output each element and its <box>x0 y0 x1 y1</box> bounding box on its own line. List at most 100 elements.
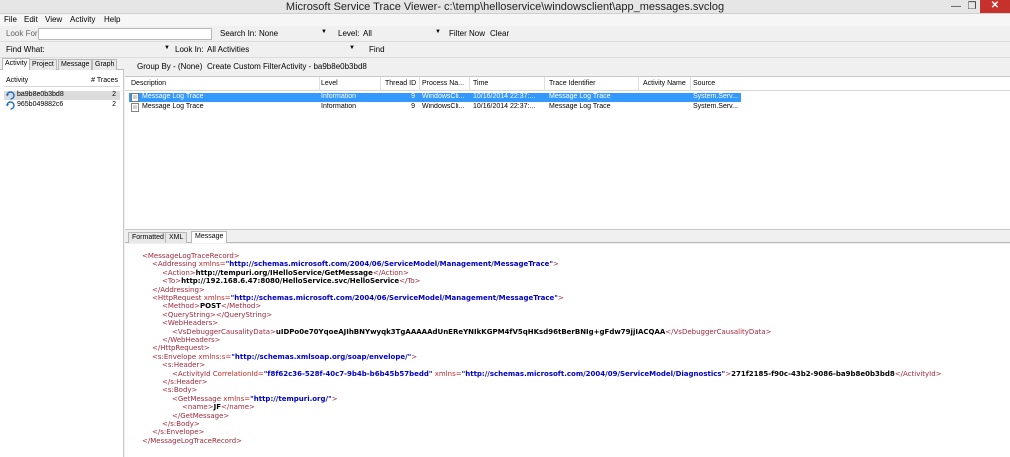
tab-message-detail[interactable]: Message <box>191 231 228 243</box>
detail-tabs: Formatted XML Message <box>125 231 1010 243</box>
menu-file[interactable]: File <box>4 15 17 24</box>
column-separator[interactable] <box>380 77 381 91</box>
column-header-description[interactable]: Description <box>131 80 166 87</box>
xml-tag: <To> <box>162 277 182 286</box>
activity-column-header[interactable]: Activity <box>6 77 28 84</box>
maximize-icon[interactable]: ❐ <box>964 1 980 12</box>
trace-toolbar: Group By - (None) Create Custom Filter A… <box>125 58 1010 74</box>
find-what-input[interactable]: ▼ <box>46 44 172 56</box>
column-separator[interactable] <box>690 77 691 91</box>
table-row[interactable]: Message Log Trace Information 9 WindowsC… <box>129 93 741 102</box>
message-trace-icon <box>131 93 139 102</box>
list-item[interactable]: 965b049882c6 2 <box>4 101 120 110</box>
chevron-down-icon: ▼ <box>164 45 170 51</box>
find-toolbar: Find What: ▼ Look In: All Activities ▼ F… <box>0 42 1010 58</box>
minimize-icon[interactable]: — <box>948 1 964 12</box>
column-separator[interactable] <box>638 77 639 91</box>
xml-tag: <Action> <box>162 268 196 277</box>
chevron-down-icon: ▼ <box>435 29 441 35</box>
find-button[interactable]: Find <box>369 45 385 54</box>
filter-now-button[interactable]: Filter Now <box>449 29 485 38</box>
look-for-input[interactable] <box>38 28 212 40</box>
level-label: Level: <box>338 29 360 38</box>
xml-tag: </ActivityId> <box>894 369 942 378</box>
column-separator[interactable] <box>419 77 420 91</box>
xml-tag: <Addressing <box>152 260 199 269</box>
tab-formatted[interactable]: Formatted <box>128 232 168 243</box>
column-header-activity-name[interactable]: Activity Name <box>643 80 686 87</box>
level-select[interactable]: All ▼ <box>363 28 443 40</box>
activity-icon <box>6 91 15 100</box>
look-in-value: All Activities <box>207 45 250 54</box>
xml-attribute-value: "http://schemas.xmlsoap.org/soap/envelop… <box>231 352 412 361</box>
activity-pane: Activity Project Message Graph Activity … <box>0 58 124 457</box>
column-header-trace-identifier[interactable]: Trace Identifier <box>549 80 595 87</box>
column-header-time[interactable]: Time <box>473 80 488 87</box>
xml-line: </WebHeaders> <box>162 336 221 344</box>
xml-text: 271f2185-f90c-43b2-9086-ba9b8e0b3bd8 <box>731 369 895 378</box>
traces-column-header[interactable]: # Traces <box>91 77 118 84</box>
menu-help[interactable]: Help <box>104 15 120 24</box>
xml-tag: </To> <box>399 277 421 286</box>
xml-attribute: xmlns:s= <box>198 352 232 361</box>
create-custom-filter-button[interactable]: Create Custom Filter <box>207 62 281 71</box>
xml-attribute-value: "http://schemas.microsoft.com/2004/09/Se… <box>461 369 726 378</box>
cell-time: 10/16/2014 22:37:... <box>473 93 536 100</box>
tab-message[interactable]: Message <box>58 59 93 70</box>
xml-tag: <s:Envelope <box>152 352 199 361</box>
cell-trace-identifier: Message Log Trace <box>549 93 611 100</box>
close-icon[interactable]: ✕ <box>980 0 1010 13</box>
chevron-down-icon: ▼ <box>321 29 327 35</box>
search-in-label: Search In: <box>220 29 257 38</box>
xml-text: http://tempuri.org/IHelloService/GetMess… <box>195 268 373 277</box>
xml-tag: > <box>557 294 564 302</box>
xml-tag: <QueryString></QueryString> <box>162 310 273 319</box>
look-for-label: Look For <box>6 29 38 38</box>
cell-level: Information <box>321 103 357 110</box>
column-header-source[interactable]: Source <box>693 80 715 87</box>
tab-project[interactable]: Project <box>29 59 57 70</box>
activity-trace-count: 2 <box>112 101 116 108</box>
xml-attribute: xmlns= <box>203 294 231 302</box>
tab-activity[interactable]: Activity <box>2 58 31 70</box>
xml-attribute-value: "http://schemas.microsoft.com/2004/06/Se… <box>230 294 558 302</box>
trace-grid-header: Description Level Thread ID Process Na..… <box>125 77 1010 91</box>
column-separator[interactable] <box>544 77 545 91</box>
xml-line: </MessageLogTraceRecord> <box>142 437 242 445</box>
message-xml-view: <MessageLogTraceRecord> <Addressing xmlns… <box>125 244 1010 457</box>
look-in-select[interactable]: All Activities ▼ <box>207 44 357 56</box>
cell-source: System.Serv... <box>693 103 738 110</box>
trace-grid: Description Level Thread ID Process Na..… <box>125 76 1010 230</box>
level-value: All <box>363 29 372 38</box>
tab-graph[interactable]: Graph <box>92 59 118 70</box>
column-separator[interactable] <box>469 77 470 91</box>
menu-edit[interactable]: Edit <box>24 15 38 24</box>
list-item[interactable]: ba9b8e0b3bd8 2 <box>4 91 120 100</box>
xml-line: </HttpRequest> <box>152 344 210 352</box>
tab-xml[interactable]: XML <box>165 232 188 243</box>
search-in-value: None <box>259 29 279 38</box>
left-tabs: Activity Project Message Graph <box>0 58 124 70</box>
menu-view[interactable]: View <box>45 15 62 24</box>
column-header-thread-id[interactable]: Thread ID <box>385 80 416 87</box>
xml-attribute: xmlns= <box>223 394 251 403</box>
column-header-process[interactable]: Process Na... <box>422 80 464 87</box>
search-in-select[interactable]: None ▼ <box>259 28 329 40</box>
xml-line: <s:Envelope xmlns:s="http://schemas.xmls… <box>152 353 417 361</box>
xml-attribute: CorrelationId= <box>212 369 264 378</box>
column-separator[interactable] <box>319 77 320 91</box>
group-by-button[interactable]: Group By - (None) <box>137 62 202 71</box>
cell-thread-id: 9 <box>411 103 415 110</box>
xml-attribute: xmlns= <box>432 369 462 378</box>
activity-list-header: Activity # Traces <box>4 76 120 87</box>
xml-tag: <VsDebuggerCausalityData> <box>172 327 276 336</box>
activity-name: 965b049882c6 <box>17 101 64 108</box>
menu-activity[interactable]: Activity <box>70 15 95 24</box>
column-header-level[interactable]: Level <box>321 80 338 87</box>
activity-trace-count: 2 <box>112 91 116 98</box>
table-row[interactable]: Message Log Trace Information 9 WindowsC… <box>129 103 741 112</box>
clear-button[interactable]: Clear <box>490 29 509 38</box>
activity-name: ba9b8e0b3bd8 <box>17 91 64 98</box>
xml-line: </Addressing> <box>152 286 205 294</box>
xml-text: JF <box>213 403 221 412</box>
